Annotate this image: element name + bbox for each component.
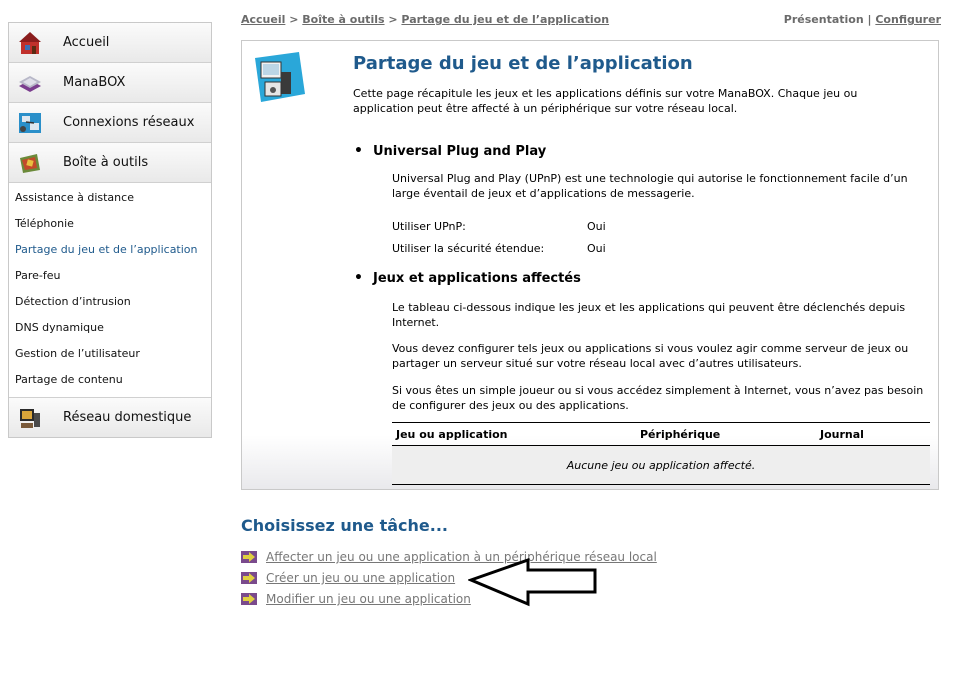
task-item: Créer un jeu ou une application bbox=[241, 571, 455, 585]
games-paragraph-3: Si vous êtes un simple joueur ou si vous… bbox=[392, 384, 924, 412]
games-paragraph-2: Vous devez configurer tels jeux ou appli… bbox=[392, 342, 909, 370]
sidebar-item-label: Accueil bbox=[63, 35, 110, 50]
header-links: Présentation | Configurer bbox=[784, 13, 941, 26]
task-link-modifier[interactable]: Modifier un jeu ou une application bbox=[266, 592, 471, 606]
sidebar-item-connexions[interactable]: Connexions réseaux bbox=[9, 103, 211, 143]
column-header-device: Périphérique bbox=[636, 422, 816, 446]
breadcrumb-link-accueil[interactable]: Accueil bbox=[241, 13, 285, 26]
home-network-icon bbox=[20, 408, 40, 428]
games-paragraph-1: Le tableau ci-dessous indique les jeux e… bbox=[392, 301, 906, 329]
configure-link[interactable]: Configurer bbox=[875, 13, 941, 26]
toolbox-icon bbox=[20, 153, 40, 173]
sidebar-subitem-partage-contenu[interactable]: Partage de contenu bbox=[9, 367, 211, 393]
table-empty-message: Aucune jeu ou application affecté. bbox=[392, 445, 930, 485]
task-link-creer[interactable]: Créer un jeu ou une application bbox=[266, 571, 455, 585]
annotation-arrow-icon bbox=[468, 558, 597, 607]
sidebar-subitem-gestion-utilisateur[interactable]: Gestion de l’utilisateur bbox=[9, 341, 211, 367]
network-icon bbox=[19, 112, 41, 133]
arrow-right-icon bbox=[241, 593, 257, 605]
task-link-affecter[interactable]: Affecter un jeu ou une application à un … bbox=[266, 550, 657, 564]
breadcrumb-separator: > bbox=[285, 13, 303, 26]
security-label: Utiliser la sécurité étendue: bbox=[392, 242, 545, 255]
section-heading-upnp: Universal Plug and Play bbox=[354, 143, 546, 159]
sidebar-subitem-dns-dynamique[interactable]: DNS dynamique bbox=[9, 315, 211, 341]
sidebar-item-label: Connexions réseaux bbox=[63, 115, 195, 130]
breadcrumb: Accueil > Boîte à outils > Partage du je… bbox=[241, 13, 609, 26]
page-title: Partage du jeu et de l’application bbox=[353, 53, 693, 74]
column-header-journal: Journal bbox=[816, 422, 930, 446]
sidebar-submenu: Assistance à distance Téléphonie Partage… bbox=[9, 183, 211, 398]
sidebar-subitem-detection-intrusion[interactable]: Détection d’intrusion bbox=[9, 289, 211, 315]
breadcrumb-link-current[interactable]: Partage du jeu et de l’application bbox=[401, 13, 609, 26]
use-upnp-label: Utiliser UPnP: bbox=[392, 220, 466, 233]
security-value: Oui bbox=[587, 242, 606, 255]
arrow-right-icon bbox=[241, 572, 257, 584]
house-icon bbox=[19, 31, 41, 54]
tasks-title: Choisissez une tâche... bbox=[241, 516, 449, 535]
sidebar-item-boite-a-outils[interactable]: Boîte à outils bbox=[9, 143, 211, 183]
upnp-description: Universal Plug and Play (UPnP) est une t… bbox=[392, 172, 908, 200]
breadcrumb-separator: > bbox=[384, 13, 402, 26]
sidebar-subitem-partage-jeu[interactable]: Partage du jeu et de l’application bbox=[9, 237, 211, 263]
games-table: Jeu ou application Périphérique Journal … bbox=[392, 422, 930, 485]
presentation-link[interactable]: Présentation bbox=[784, 13, 864, 26]
game-sharing-icon bbox=[255, 52, 305, 102]
page-intro: Cette page récapitule les jeux et les ap… bbox=[353, 87, 858, 115]
sidebar-item-label: ManaBOX bbox=[63, 75, 126, 90]
sidebar-subitem-assistance[interactable]: Assistance à distance bbox=[9, 185, 211, 211]
sidebar-subitem-pare-feu[interactable]: Pare-feu bbox=[9, 263, 211, 289]
upnp-setting-row: Utiliser UPnP: Oui bbox=[392, 220, 606, 233]
security-setting-row: Utiliser la sécurité étendue: Oui bbox=[392, 242, 606, 255]
arrow-right-icon bbox=[241, 551, 257, 563]
task-item: Modifier un jeu ou une application bbox=[241, 592, 471, 606]
sidebar-item-manabox[interactable]: ManaBOX bbox=[9, 63, 211, 103]
table-header-row: Jeu ou application Périphérique Journal bbox=[392, 422, 930, 446]
header-separator: | bbox=[863, 13, 876, 26]
sidebar-item-label: Boîte à outils bbox=[63, 155, 149, 170]
breadcrumb-link-boite-a-outils[interactable]: Boîte à outils bbox=[302, 13, 384, 26]
modem-icon bbox=[19, 75, 41, 92]
use-upnp-value: Oui bbox=[587, 220, 606, 233]
sidebar: Accueil ManaBOX Connexions réseaux Boîte… bbox=[8, 22, 212, 438]
section-heading-games: Jeux et applications affectés bbox=[354, 270, 581, 286]
sidebar-item-label: Réseau domestique bbox=[63, 410, 192, 425]
sidebar-subitem-telephonie[interactable]: Téléphonie bbox=[9, 211, 211, 237]
sidebar-item-reseau-domestique[interactable]: Réseau domestique bbox=[9, 398, 211, 437]
sidebar-item-accueil[interactable]: Accueil bbox=[9, 23, 211, 63]
main-panel: Partage du jeu et de l’application Cette… bbox=[241, 40, 939, 490]
table-row: Aucune jeu ou application affecté. bbox=[392, 445, 930, 485]
column-header-game: Jeu ou application bbox=[392, 422, 636, 446]
